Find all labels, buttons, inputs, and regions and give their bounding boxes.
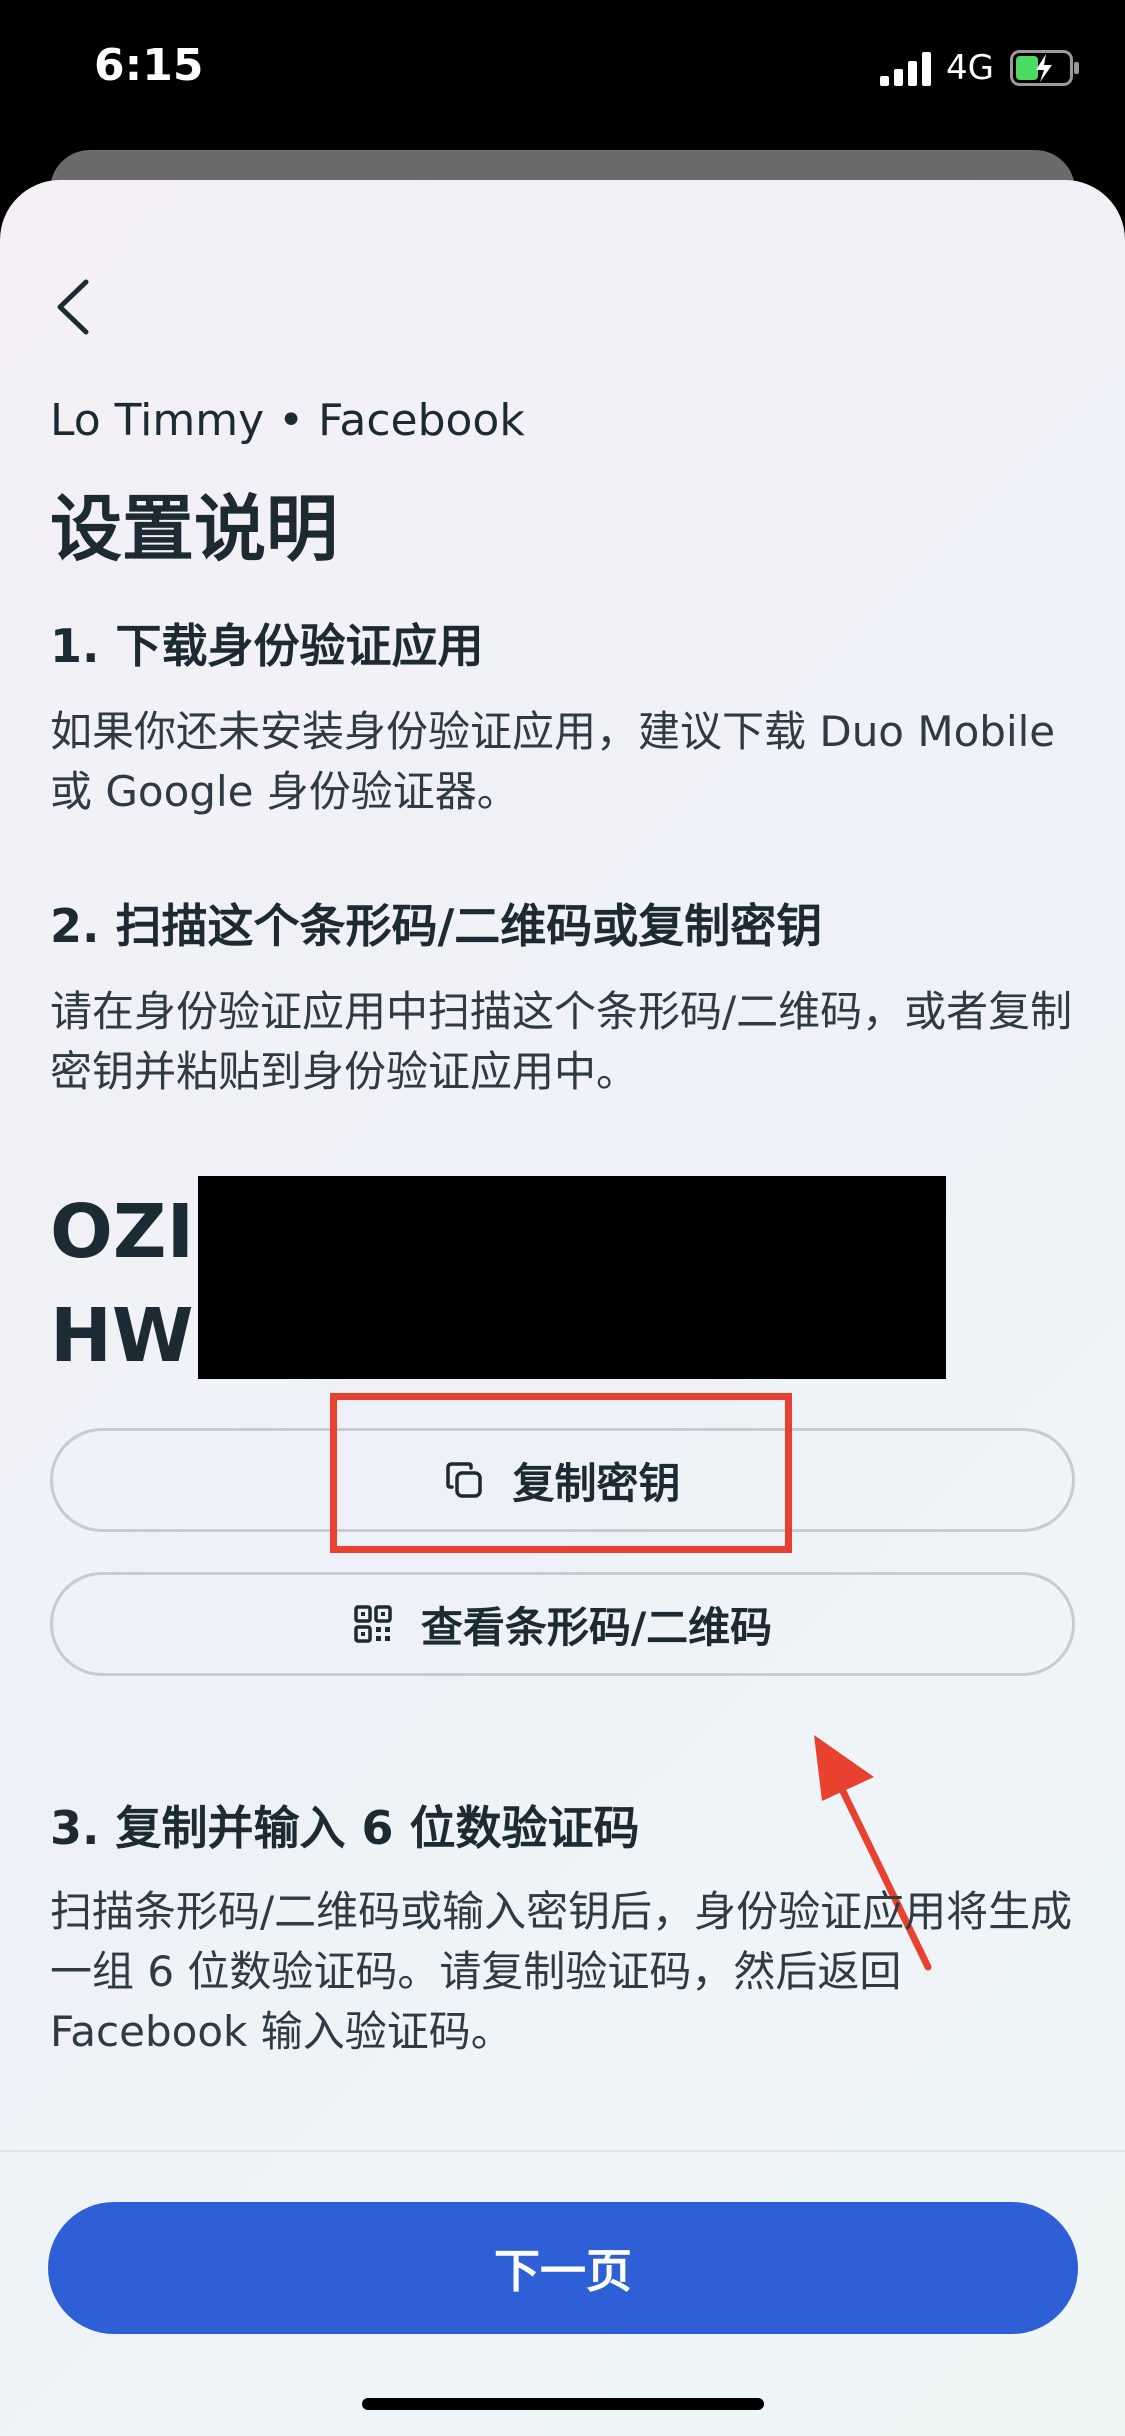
next-page-button[interactable]: 下一页 (48, 2202, 1078, 2334)
signal-icon (880, 52, 931, 86)
step-2-title: 2. 扫描这个条形码/二维码或复制密钥 (50, 899, 823, 953)
network-type: 4G (946, 48, 994, 88)
step-3-body: 扫描条形码/二维码或输入密钥后，身份验证应用将生成一组 6 位数验证码。请复制验… (50, 1887, 1073, 2056)
redaction-box (198, 1176, 946, 1379)
status-time: 6:15 (94, 40, 204, 91)
step-3-title: 3. 复制并输入 6 位数验证码 (50, 1801, 640, 1855)
battery-charging-icon (1010, 50, 1079, 86)
status-bar: 6:15 4G (0, 0, 1125, 150)
view-qr-code-label: 查看条形码/二维码 (420, 1602, 773, 1652)
back-chevron-icon[interactable] (48, 274, 98, 340)
step-2-body: 请在身份验证应用中扫描这个条形码/二维码，或者复制密钥并粘贴到身份验证应用中。 (50, 987, 1073, 1096)
step-1-title: 1. 下载身份验证应用 (50, 619, 484, 673)
view-qr-code-button[interactable]: 查看条形码/二维码 (50, 1572, 1075, 1676)
account-label: Lo Timmy • Facebook (50, 395, 525, 446)
footer-divider (0, 2150, 1125, 2152)
page-title: 设置说明 (50, 487, 339, 571)
setup-instructions-sheet: Lo Timmy • Facebook 设置说明 1. 下载身份验证应用 如果你… (0, 180, 1125, 2436)
annotation-highlight-box (330, 1393, 792, 1553)
step-1-body: 如果你还未安装身份验证应用，建议下载 Duo Mobile 或 Google 身… (50, 707, 1056, 816)
home-indicator[interactable] (362, 2398, 764, 2410)
next-page-label: 下一页 (494, 2244, 632, 2298)
qr-code-icon (354, 1605, 392, 1643)
